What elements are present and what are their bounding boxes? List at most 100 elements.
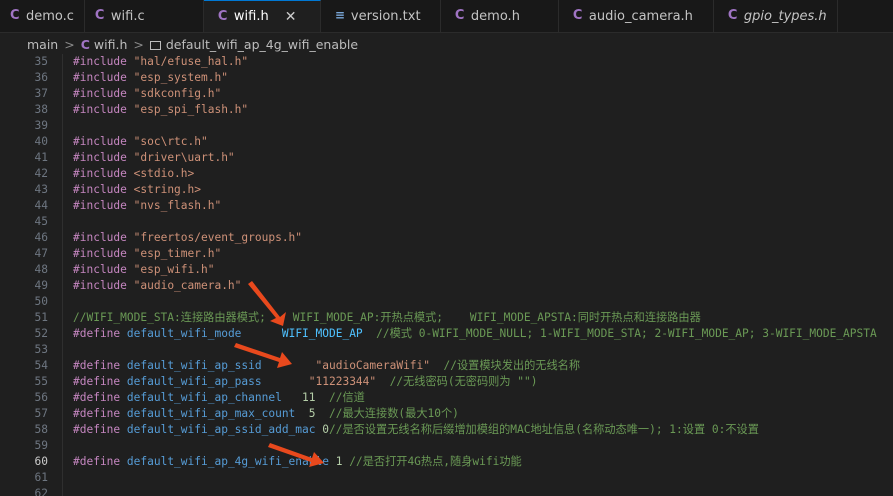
line-number: 41 (34, 151, 48, 164)
code-comment: //WIFI_MODE_STA:连接路由器模式; WIFI_MODE_AP:开热… (73, 311, 701, 324)
macro-name: default_wifi_ap_ssid (126, 359, 262, 372)
macro-value: 11 (302, 391, 316, 404)
close-icon[interactable]: ✕ (285, 9, 297, 25)
line-number: 44 (34, 199, 48, 212)
tab-demo-h[interactable]: C demo.h (441, 0, 559, 32)
code-line: 39 (0, 118, 893, 134)
include-path: "nvs_flash.h" (133, 199, 222, 212)
line-number: 37 (34, 87, 48, 100)
preprocessor-keyword: #define (73, 455, 121, 468)
code-editor[interactable]: 35 #include "hal/efuse_hal.h" 36 #include … (0, 54, 893, 496)
macro-value: "audioCameraWifi" (315, 359, 431, 372)
code-comment: //设置模块发出的无线名称 (430, 359, 581, 372)
tab-label: wifi.h (233, 9, 269, 24)
tab-version-txt[interactable]: ≡ version.txt (321, 0, 441, 32)
code-comment: //是否打开4G热点,随身wifi功能 (342, 455, 522, 468)
include-path: "hal/efuse_hal.h" (133, 55, 249, 68)
tab-label: wifi.c (110, 8, 145, 24)
breadcrumb: main > C wifi.h > default_wifi_ap_4g_wif… (0, 33, 893, 55)
preprocessor-keyword: #define (73, 359, 121, 372)
tab-label: demo.h (470, 8, 520, 24)
line-number: 35 (34, 55, 48, 68)
code-line: 49 #include "audio_camera.h" (0, 278, 893, 294)
code-comment: //模式 0-WIFI_MODE_NULL; 1-WIFI_MODE_STA; … (362, 327, 877, 340)
include-path: <string.h> (133, 183, 201, 196)
line-number: 52 (34, 327, 48, 340)
breadcrumb-folder[interactable]: main (27, 37, 58, 52)
preprocessor-keyword: #define (73, 327, 121, 340)
line-number: 55 (34, 375, 48, 388)
include-path: "freertos/event_groups.h" (133, 231, 303, 244)
line-number: 54 (34, 359, 48, 372)
tab-label: demo.c (26, 8, 74, 24)
macro-value: "11223344" (308, 375, 377, 388)
tab-wifi-c[interactable]: C wifi.c (85, 0, 204, 32)
code-line: 61 (0, 470, 893, 486)
include-path: "esp_system.h" (133, 71, 228, 84)
line-number: 59 (34, 439, 48, 452)
include-path: <stdio.h> (133, 167, 195, 180)
tab-gpio-types-h[interactable]: C gpio_types.h (714, 0, 838, 32)
macro-name: default_wifi_mode (126, 327, 242, 340)
line-number: 40 (34, 135, 48, 148)
tab-demo-c[interactable]: C demo.c (0, 0, 85, 32)
line-number: 57 (34, 407, 48, 420)
line-number: 53 (34, 343, 48, 356)
c-file-icon: C (572, 8, 583, 23)
code-line: 42 #include <stdio.h> (0, 166, 893, 182)
preprocessor-keyword: #include (73, 231, 127, 244)
macro-value: 0 (322, 423, 329, 436)
code-line: 48 #include "esp_wifi.h" (0, 262, 893, 278)
chevron-right-icon: > (64, 36, 75, 52)
line-number: 39 (34, 119, 48, 132)
preprocessor-keyword: #define (73, 375, 121, 388)
c-file-icon: C (94, 8, 105, 23)
line-number: 36 (34, 71, 48, 84)
code-line: 57 #define default_wifi_ap_max_count 5 //… (0, 406, 893, 422)
line-number: 61 (34, 471, 48, 484)
preprocessor-keyword: #include (73, 279, 127, 292)
code-line: 43 #include <string.h> (0, 182, 893, 198)
tab-wifi-h[interactable]: C wifi.h ✕ (203, 0, 321, 32)
preprocessor-keyword: #include (73, 263, 127, 276)
code-line: 36 #include "esp_system.h" (0, 70, 893, 86)
code-line: 45 (0, 214, 893, 230)
code-line: 47 #include "esp_timer.h" (0, 246, 893, 262)
code-line: 37 #include "sdkconfig.h" (0, 86, 893, 102)
include-path: "esp_timer.h" (133, 247, 222, 260)
macro-name: default_wifi_ap_4g_wifi_enable (126, 455, 329, 468)
code-comment: //最大连接数(最大10个) (315, 407, 459, 420)
code-comment: //无线密码(无密码则为 "") (376, 375, 538, 388)
preprocessor-keyword: #include (73, 151, 127, 164)
tab-audio-camera-h[interactable]: C audio_camera.h (559, 0, 714, 32)
include-path: "esp_wifi.h" (133, 263, 215, 276)
line-number: 46 (34, 231, 48, 244)
c-file-icon: C (10, 8, 20, 23)
include-path: "soc\rtc.h" (133, 135, 208, 148)
breadcrumb-file[interactable]: wifi.h (94, 37, 127, 52)
editor-tab-bar: C demo.c C wifi.c C wifi.h ✕ ≡ version.t… (0, 0, 893, 33)
preprocessor-keyword: #define (73, 391, 121, 404)
symbol-macro-icon (149, 40, 161, 50)
preprocessor-keyword: #define (73, 423, 121, 436)
macro-value: WIFI_MODE_AP (281, 327, 363, 340)
code-line: 53 (0, 342, 893, 358)
line-number: 47 (34, 247, 48, 260)
code-line: 62 (0, 486, 893, 496)
line-number: 51 (34, 311, 48, 324)
preprocessor-keyword: #define (73, 407, 121, 420)
macro-name: default_wifi_ap_channel (126, 391, 282, 404)
preprocessor-keyword: #include (73, 87, 127, 100)
include-path: "esp_spi_flash.h" (133, 103, 249, 116)
macro-name: default_wifi_ap_pass (126, 375, 262, 388)
macro-name: default_wifi_ap_ssid_add_mac (126, 423, 316, 436)
line-number: 50 (34, 295, 48, 308)
code-line: 56 #define default_wifi_ap_channel 11 //信… (0, 390, 893, 406)
code-line: 59 (0, 438, 893, 454)
breadcrumb-symbol[interactable]: default_wifi_ap_4g_wifi_enable (166, 37, 358, 52)
line-number: 42 (34, 167, 48, 180)
